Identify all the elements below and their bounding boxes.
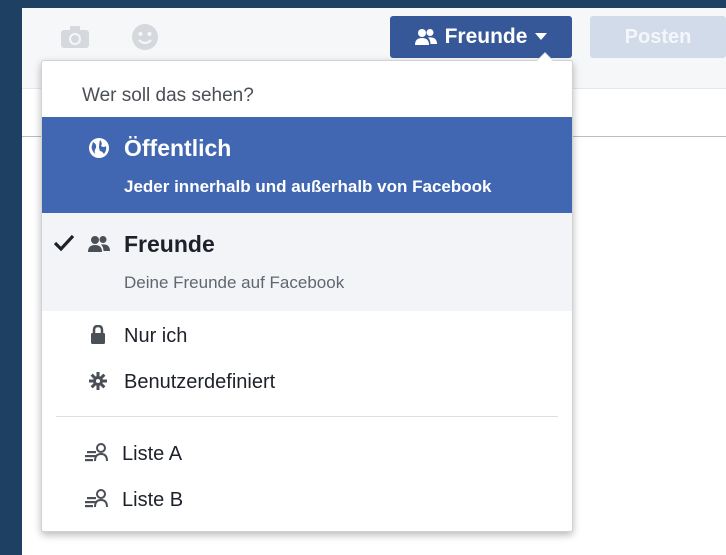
globe-icon (88, 137, 110, 159)
audience-label: Freunde (444, 25, 528, 48)
option-subtitle: Deine Freunde auf Facebook (124, 273, 345, 292)
menu-caret (536, 52, 554, 61)
list-person-icon (84, 489, 110, 511)
list-person-icon (84, 443, 110, 465)
option-list-b[interactable]: Liste B (42, 477, 572, 523)
menu-heading: Wer soll das sehen? (82, 85, 254, 106)
option-custom[interactable]: Benutzerdefiniert (42, 359, 572, 405)
option-only-me[interactable]: Nur ich (42, 313, 572, 359)
lock-icon (88, 325, 108, 345)
option-list-a[interactable]: Liste A (42, 431, 572, 477)
option-label: Benutzerdefiniert (124, 371, 276, 393)
friends-icon (414, 29, 437, 45)
smiley-icon[interactable] (130, 22, 160, 52)
option-label: Liste B (122, 489, 184, 511)
camera-icon[interactable] (60, 22, 90, 52)
audience-menu: Wer soll das sehen? Öffentlich Jeder inn… (41, 52, 573, 532)
post-button[interactable]: Posten (590, 16, 726, 58)
checkmark-icon (54, 234, 74, 252)
option-label: Nur ich (124, 325, 188, 347)
option-label: Liste A (122, 443, 183, 465)
gear-icon (88, 371, 108, 391)
option-title: Öffentlich (124, 135, 232, 161)
option-title: Freunde (124, 231, 215, 257)
friends-icon (88, 233, 110, 255)
option-subtitle: Jeder innerhalb und außerhalb von Facebo… (124, 177, 492, 196)
caret-down-icon (535, 33, 548, 40)
option-friends[interactable]: Freunde Deine Freunde auf Facebook (42, 213, 572, 311)
option-public[interactable]: Öffentlich Jeder innerhalb und außerhalb… (42, 117, 572, 213)
menu-divider (56, 416, 558, 417)
